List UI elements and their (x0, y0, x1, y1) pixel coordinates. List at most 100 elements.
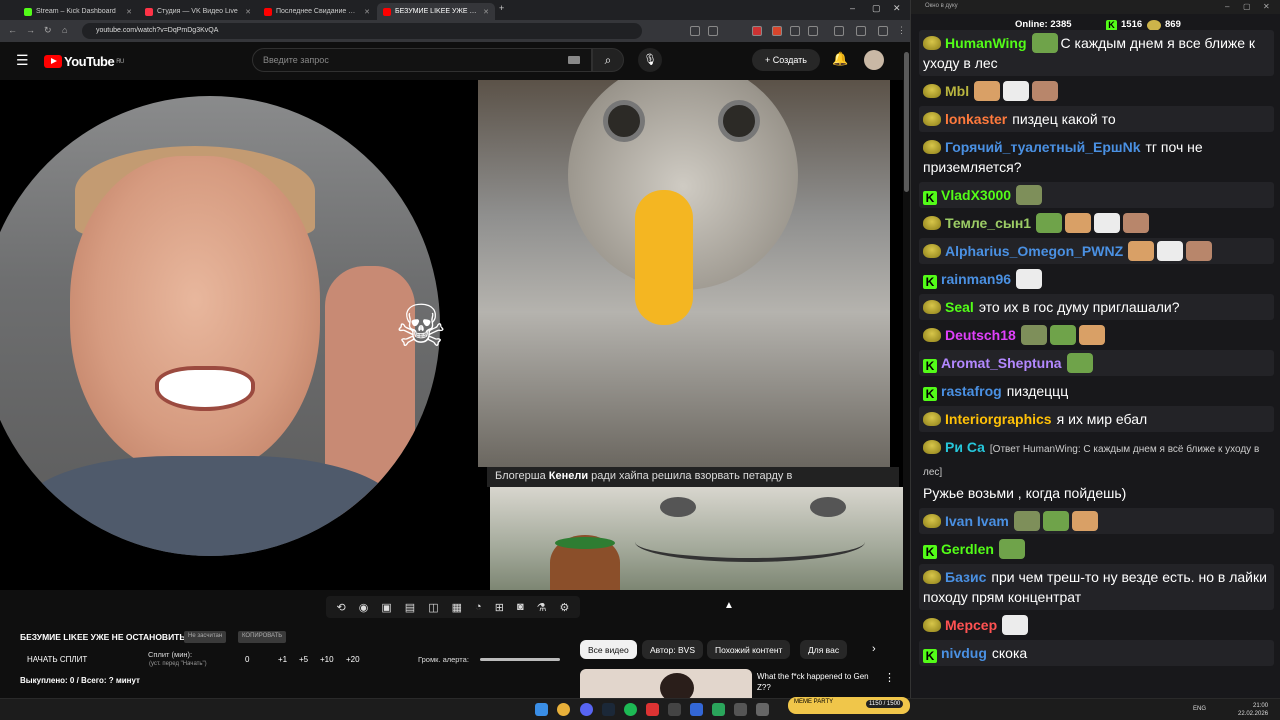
chat-username[interactable]: rainman96 (941, 271, 1011, 287)
search-button[interactable]: ⌕ (592, 48, 624, 72)
close-tab-icon[interactable]: ✕ (126, 8, 132, 16)
page-scrollbar[interactable] (903, 42, 910, 698)
chip-all-videos[interactable]: Все видео (580, 640, 637, 659)
extension-icon[interactable] (708, 26, 718, 36)
url-field[interactable]: youtube.com/watch?v=DqPmDg3KvQA (82, 23, 642, 39)
chat-username[interactable]: rastafrog (941, 383, 1002, 399)
menu-dots-icon[interactable]: ⋮ (897, 25, 906, 36)
related-video-thumbnail[interactable] (580, 669, 752, 698)
profile-icon[interactable] (856, 26, 866, 36)
keyboard-icon[interactable] (568, 56, 580, 64)
flask-icon[interactable]: ⚗ (537, 601, 547, 614)
chat-username[interactable]: Mbl (945, 83, 969, 99)
chip-similar[interactable]: Похожий контент (707, 640, 791, 659)
app-icon[interactable] (734, 703, 747, 716)
speed-icon[interactable]: ◔ (475, 601, 482, 613)
chat-username[interactable]: Deutsch18 (945, 327, 1016, 343)
captions-icon[interactable]: ▦ (452, 601, 462, 614)
chat-username[interactable]: Alpharius_Omegon_PWNZ (945, 243, 1123, 259)
chip-for-you[interactable]: Для вас (800, 640, 848, 659)
chat-username[interactable]: HumanWing (945, 35, 1027, 51)
more-options-icon[interactable]: ⋮ (884, 671, 895, 684)
close-tab-icon[interactable]: ✕ (245, 8, 251, 16)
gear-icon[interactable]: ⚙ (560, 601, 570, 614)
voice-search-button[interactable]: 🎙 (638, 48, 662, 72)
chat-username[interactable]: Темле_сын1 (945, 215, 1031, 231)
copy-button[interactable]: КОПИРОВАТЬ (238, 631, 287, 643)
add-1-button[interactable]: +1 (278, 655, 287, 664)
extension-icon[interactable] (752, 26, 762, 36)
close-tab-icon[interactable]: ✕ (483, 8, 489, 16)
chat-username[interactable]: nivdug (941, 645, 987, 661)
scrollbar-thumb[interactable] (904, 52, 909, 192)
app-icon[interactable] (690, 703, 703, 716)
chat-username[interactable]: Seal (945, 299, 974, 315)
tab-vk-studio[interactable]: Студия — VK Видео Live ✕ (139, 3, 257, 20)
reload-icon[interactable]: ↻ (44, 25, 52, 36)
extensions-puzzle-icon[interactable] (808, 26, 818, 36)
maximize-button[interactable]: ▢ (1243, 2, 1251, 11)
chrome-icon[interactable] (557, 703, 570, 716)
home-icon[interactable]: ⌂ (62, 25, 67, 35)
extension-icon[interactable] (690, 26, 700, 36)
steam-icon[interactable] (602, 703, 615, 716)
hamburger-menu-icon[interactable]: ☰ (16, 52, 29, 69)
add-10-button[interactable]: +10 (320, 655, 334, 664)
minimize-button[interactable]: – (850, 3, 855, 13)
tray-language[interactable]: ENG (1193, 706, 1206, 712)
tab-youtube-1[interactable]: Последнее Свидание Яйцеса... ✕ (258, 3, 376, 20)
maximize-button[interactable]: ▢ (872, 3, 881, 14)
obs-icon[interactable] (668, 703, 681, 716)
camera-icon[interactable]: ◙ (517, 601, 524, 613)
back-arrow-icon[interactable]: ← (8, 25, 17, 35)
minimize-button[interactable]: – (1225, 2, 1229, 11)
discord-icon[interactable] (580, 703, 593, 716)
notifications-bell-icon[interactable]: 🔔 (832, 51, 848, 67)
extension-icon[interactable] (772, 26, 782, 36)
chat-username[interactable]: Мерсер (945, 617, 997, 633)
clock[interactable]: 21:00 22.02.2026 (1238, 702, 1268, 718)
app-icon[interactable] (646, 703, 659, 716)
chat-message-list[interactable]: HumanWing С каждым днем я все ближе к ухо… (919, 30, 1274, 690)
tab-kick-dashboard[interactable]: Stream – Kick Dashboard ✕ (18, 3, 138, 20)
start-split-button[interactable]: НАЧАТЬ СПЛИТ (27, 655, 87, 664)
tab-youtube-active[interactable]: БЕЗУМИЕ LIKEE УЖЕ НЕ ОСТ... ✕ (377, 3, 495, 20)
film-icon[interactable]: ▤ (405, 601, 415, 614)
close-window-button[interactable]: ✕ (1263, 2, 1270, 11)
pip-icon[interactable]: ◫ (428, 601, 438, 614)
chevron-right-icon[interactable]: › (872, 643, 876, 655)
search-input[interactable]: Введите запрос (252, 48, 592, 72)
extension-icon[interactable] (790, 26, 800, 36)
spotify-icon[interactable] (624, 703, 637, 716)
settings-icon[interactable] (878, 26, 888, 36)
chat-username[interactable]: Горячий_туалетный_ЕршNk (945, 139, 1140, 155)
related-video-title[interactable]: What the f*ck happened to Gen Z?? (757, 671, 877, 693)
audio-icon[interactable]: ◉ (359, 601, 369, 614)
screenshot-icon[interactable]: ▣ (381, 601, 391, 614)
loop-icon[interactable]: ⟲ (337, 601, 346, 614)
chat-username[interactable]: Interiorgraphics (945, 411, 1052, 427)
chat-username[interactable]: VladX3000 (941, 187, 1011, 203)
close-window-button[interactable]: ✕ (893, 3, 901, 14)
youtube-logo[interactable]: YouTube RU (44, 54, 124, 69)
chat-username[interactable]: Ри Са (945, 439, 985, 455)
video-player[interactable]: ☠ Блогерша Кенели ради хайпа решила взор… (0, 80, 905, 590)
app-icon[interactable] (756, 703, 769, 716)
add-icon[interactable]: ⊞ (495, 601, 504, 614)
windows-start-icon[interactable] (535, 703, 548, 716)
chat-username[interactable]: Ivan Ivam (945, 513, 1009, 529)
chat-username[interactable]: Базис (945, 569, 986, 585)
new-tab-button[interactable]: + (499, 3, 504, 13)
forward-arrow-icon[interactable]: → (26, 25, 35, 35)
create-button[interactable]: + Создать (752, 49, 820, 71)
add-20-button[interactable]: +20 (346, 655, 360, 664)
download-icon[interactable] (834, 26, 844, 36)
chip-author[interactable]: Автор: BVS (642, 640, 703, 659)
avatar[interactable] (864, 50, 884, 70)
chat-username[interactable]: lonkaster (945, 111, 1007, 127)
add-5-button[interactable]: +5 (299, 655, 308, 664)
chat-username[interactable]: Aromat_Sheptuna (941, 355, 1062, 371)
alert-volume-slider[interactable] (480, 658, 560, 661)
app-icon[interactable] (712, 703, 725, 716)
close-tab-icon[interactable]: ✕ (364, 8, 370, 16)
